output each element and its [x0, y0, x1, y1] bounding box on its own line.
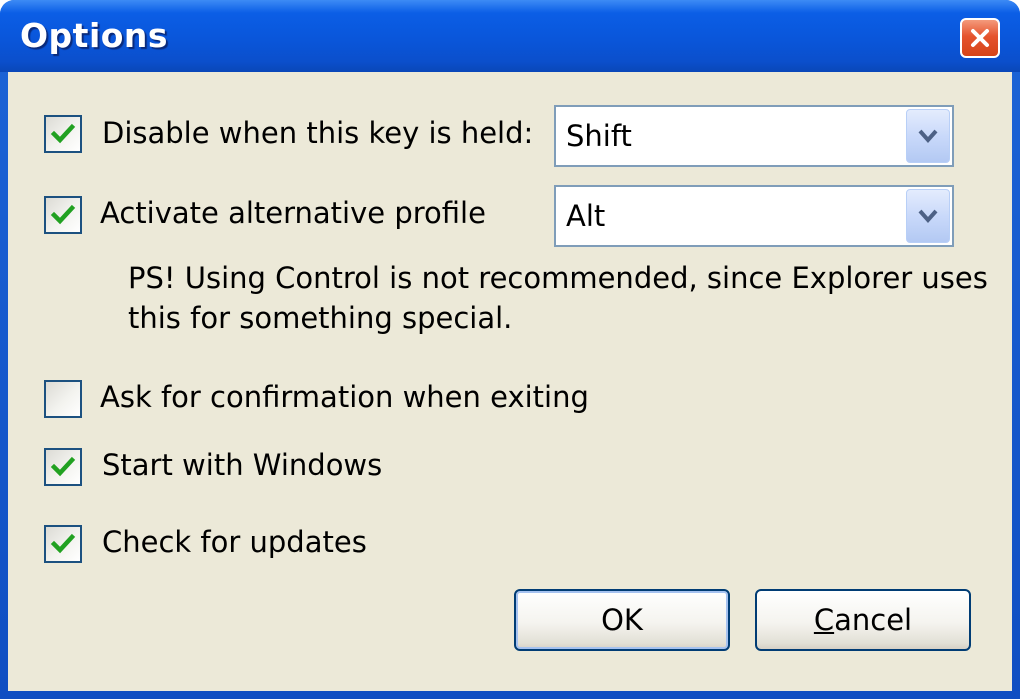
dialog-client-area: Disable when this key is held: Shift Act…	[8, 72, 1012, 691]
disable-key-label: Disable when this key is held:	[102, 116, 534, 150]
checkmark-icon	[50, 123, 76, 144]
alt-profile-value: Alt	[566, 199, 606, 233]
alt-profile-label: Activate alternative profile	[100, 196, 486, 230]
start-windows-checkbox[interactable]	[44, 448, 82, 486]
note-line-1: PS! Using Control is not recommended, si…	[128, 261, 988, 295]
checkmark-icon	[50, 204, 76, 225]
disable-key-dropdown-button[interactable]	[906, 109, 950, 163]
window-title: Options	[20, 16, 169, 55]
check-updates-checkbox[interactable]	[44, 525, 82, 563]
close-button[interactable]	[960, 18, 1000, 58]
ok-button-label: OK	[601, 603, 643, 637]
check-updates-label: Check for updates	[102, 525, 367, 559]
chevron-down-icon	[918, 209, 938, 224]
note-line-2: this for something special.	[128, 301, 513, 335]
confirm-exit-checkbox[interactable]	[44, 380, 82, 418]
alt-profile-dropdown-button[interactable]	[906, 189, 950, 243]
control-key-note: PS! Using Control is not recommended, si…	[128, 258, 988, 338]
close-icon	[971, 29, 989, 47]
chevron-down-icon	[918, 129, 938, 144]
disable-key-dropdown[interactable]: Shift	[554, 105, 954, 167]
alt-profile-checkbox[interactable]	[44, 196, 82, 234]
start-windows-label: Start with Windows	[102, 448, 383, 482]
cancel-accelerator: C	[813, 603, 835, 637]
cancel-label-rest: ancel	[834, 603, 913, 637]
checkmark-icon	[50, 533, 76, 554]
disable-key-checkbox[interactable]	[44, 115, 82, 153]
title-bar[interactable]: Options	[0, 0, 1020, 72]
options-dialog: Options Disable when this key is held: S…	[0, 0, 1020, 699]
cancel-button[interactable]: Cancel	[755, 589, 971, 651]
cancel-button-label: Cancel	[814, 603, 912, 637]
disable-key-value: Shift	[566, 119, 632, 153]
confirm-exit-label: Ask for confirmation when exiting	[100, 380, 589, 414]
checkmark-icon	[50, 456, 76, 477]
alt-profile-dropdown[interactable]: Alt	[554, 185, 954, 247]
ok-button[interactable]: OK	[514, 589, 730, 651]
